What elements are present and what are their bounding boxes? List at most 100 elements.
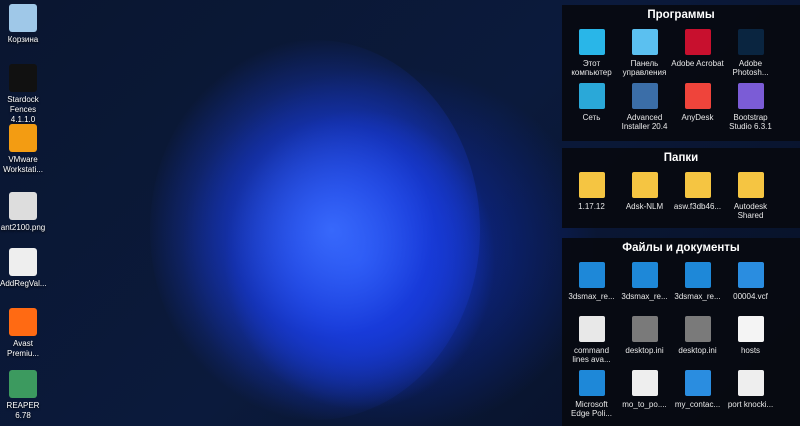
fence-item[interactable]: Advanced Installer 20.4 (618, 81, 671, 135)
fence-item[interactable]: asw.f3db46... (671, 170, 724, 224)
fence-title[interactable]: Папки (562, 148, 800, 170)
desktop-icon[interactable]: REAPER 6.78 (0, 370, 46, 421)
fence-item[interactable]: 3dsmax_re... (618, 260, 671, 314)
ini-file-icon (684, 316, 711, 342)
desktop-icon[interactable]: Корзина (0, 4, 46, 45)
fence-item[interactable]: Autodesk Shared (724, 170, 777, 224)
registry-file-icon (578, 262, 605, 288)
desktop-icon[interactable]: AddRegVal... (0, 248, 47, 289)
fence-item-label: 3dsmax_re... (568, 292, 615, 301)
fence-item-label: hosts (740, 346, 761, 355)
fence-item[interactable]: 3dsmax_re... (671, 260, 724, 314)
script-file-icon (631, 370, 658, 396)
fence-title[interactable]: Программы (562, 5, 800, 27)
avast-icon (9, 308, 37, 336)
fence-item[interactable]: Microsoft Edge Poli... (565, 368, 618, 422)
fence-item[interactable]: Adsk-NLM (618, 170, 671, 224)
fence-item-label: 1.17.12 (578, 202, 605, 211)
fence-item[interactable]: Этот компьютер (565, 27, 618, 81)
desktop-icon-label: REAPER 6.78 (6, 401, 40, 420)
fence-item-label: Этот компьютер (571, 59, 612, 77)
fence-item[interactable]: desktop.ini (618, 314, 671, 368)
fence-item-label: AnyDesk (681, 113, 714, 122)
fence-item[interactable]: port knocki... (724, 368, 777, 422)
desktop-icon-label: Корзина (7, 35, 39, 44)
fence-item[interactable]: mo_to_po.... (618, 368, 671, 422)
fence-item-label: mo_to_po.... (622, 400, 667, 409)
contact-icon (684, 370, 711, 396)
desktop-icon[interactable]: ant2100.png (0, 192, 46, 233)
advanced-installer-icon (631, 83, 658, 109)
fence-item[interactable]: Adobe Photosh... (724, 27, 777, 81)
image-file-icon (9, 192, 37, 220)
desktop-icon-label: ant2100.png (0, 223, 46, 232)
fence-item-label: Adsk-NLM (625, 202, 664, 211)
fence-item[interactable]: command lines ava... (565, 314, 618, 368)
registry-file-icon (684, 262, 711, 288)
file-icon (737, 316, 764, 342)
registry-file-icon (631, 262, 658, 288)
fence-item[interactable]: AnyDesk (671, 81, 724, 135)
fence-item[interactable]: 00004.vcf (724, 260, 777, 314)
fence-item[interactable]: my_contac... (671, 368, 724, 422)
computer-icon (578, 29, 605, 55)
fence-item[interactable]: 1.17.12 (565, 170, 618, 224)
folder-icon (737, 172, 764, 198)
fence-item-label: 3dsmax_re... (674, 292, 721, 301)
fence-item-label: Панель управления (622, 59, 667, 77)
desktop-icon-label: Stardock Fences 4.1.1.0 (7, 95, 39, 124)
fence: Папки 1.17.12 Adsk-NLM asw.f3db46... Autodes… (562, 148, 800, 228)
bootstrap-studio-icon (737, 83, 764, 109)
fence-item-label: 00004.vcf (733, 292, 768, 301)
ini-file-icon (631, 316, 658, 342)
anydesk-icon (684, 83, 711, 109)
contact-icon (737, 262, 764, 288)
fence-item-label: desktop.ini (625, 346, 664, 355)
fence-item[interactable]: Сеть (565, 81, 618, 135)
fence-item-label: Adobe Photosh... (732, 59, 769, 77)
desktop-icon[interactable]: Stardock Fences 4.1.1.0 (0, 64, 46, 125)
fence-item-label: Microsoft Edge Poli... (571, 400, 612, 418)
fence-item-label: port knocki... (727, 400, 774, 409)
fence-item-label: command lines ava... (572, 346, 611, 364)
control-panel-icon (631, 29, 658, 55)
fence-item[interactable]: Панель управления (618, 27, 671, 81)
fence-item-label: Autodesk Shared (733, 202, 768, 220)
folder-icon (578, 172, 605, 198)
registry-file-icon (578, 370, 605, 396)
photoshop-icon (737, 29, 764, 55)
fence-item-label: Bootstrap Studio 6.3.1 (729, 113, 772, 131)
vmware-icon (9, 124, 37, 152)
fence: Программы Этот компьютер Панель управления… (562, 5, 800, 141)
fence: Файлы и документы 3dsmax_re... 3dsmax_re..… (562, 238, 800, 426)
fence-item[interactable]: 3dsmax_re... (565, 260, 618, 314)
wallpaper-bloom (150, 40, 480, 420)
reaper-icon (9, 370, 37, 398)
network-icon (578, 83, 605, 109)
desktop-icon[interactable]: VMware Workstati... (0, 124, 46, 175)
fence-item-label: asw.f3db46... (673, 202, 722, 211)
desktop-icon-label: VMware Workstati... (3, 155, 43, 174)
fence-item-label: Advanced Installer 20.4 (621, 113, 668, 131)
fence-item[interactable]: hosts (724, 314, 777, 368)
fence-item[interactable]: Adobe Acrobat (671, 27, 724, 81)
fence-item-label: Adobe Acrobat (671, 59, 724, 68)
fence-item-label: Сеть (582, 113, 601, 122)
fence-title[interactable]: Файлы и документы (562, 238, 800, 260)
fence-item-label: 3dsmax_re... (621, 292, 668, 301)
desktop-icon-label: AddRegVal... (0, 279, 47, 288)
acrobat-icon (684, 29, 711, 55)
fence-item-label: desktop.ini (678, 346, 717, 355)
fence-item[interactable]: desktop.ini (671, 314, 724, 368)
fences-icon (9, 64, 37, 92)
text-file-icon (578, 316, 605, 342)
script-file-icon (737, 370, 764, 396)
desktop-icon[interactable]: Avast Premiu... (0, 308, 46, 359)
script-file-icon (9, 248, 37, 276)
folder-icon (684, 172, 711, 198)
fence-item-label: my_contac... (674, 400, 721, 409)
folder-icon (631, 172, 658, 198)
desktop-icon-label: Avast Premiu... (6, 339, 39, 358)
fence-item[interactable]: Bootstrap Studio 6.3.1 (724, 81, 777, 135)
recycle-bin-icon (9, 4, 37, 32)
